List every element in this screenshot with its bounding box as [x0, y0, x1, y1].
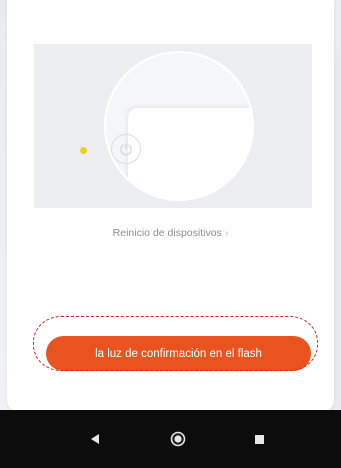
device-face	[128, 108, 252, 199]
device-reset-link-label: Reinicio de dispositivos	[112, 227, 222, 239]
device-circle	[104, 51, 254, 201]
dashed-highlight-annotation	[33, 316, 318, 371]
device-reset-illustration	[34, 44, 312, 208]
home-icon[interactable]	[166, 427, 190, 451]
power-icon	[111, 134, 141, 164]
navigation-bar	[0, 410, 341, 468]
indicator-light-icon	[80, 147, 87, 154]
recent-apps-icon[interactable]	[247, 427, 271, 451]
back-icon[interactable]	[83, 427, 107, 451]
chevron-right-icon: ›	[224, 227, 229, 239]
device-reset-link[interactable]: Reinicio de dispositivos ›	[0, 227, 341, 239]
